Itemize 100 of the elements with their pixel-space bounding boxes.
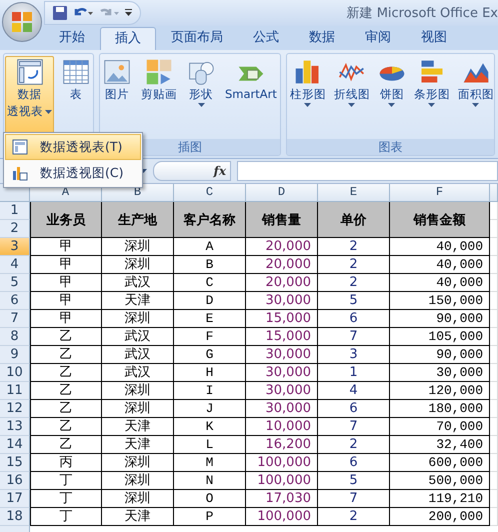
- table-cell: 120,000: [390, 382, 490, 400]
- ribbon-tab[interactable]: 开始: [44, 26, 100, 50]
- row-header[interactable]: 14: [0, 436, 30, 454]
- column-header[interactable]: [490, 184, 498, 202]
- ribbon-tab[interactable]: 视图: [406, 26, 462, 50]
- table-cell: 乙: [30, 364, 102, 382]
- pivot-chart-icon: [12, 165, 28, 181]
- row-header[interactable]: 17: [0, 490, 30, 508]
- ribbon-button[interactable]: 面积图: [456, 56, 494, 139]
- table-cell: 甲: [30, 238, 102, 256]
- column-header[interactable]: E: [318, 184, 390, 202]
- table-cell: 40,000: [390, 274, 490, 292]
- row-header[interactable]: 6: [0, 292, 30, 310]
- table-cell: 天津: [102, 508, 174, 526]
- table-cell: 5: [318, 472, 390, 490]
- ribbon-button[interactable]: 柱形图: [288, 56, 328, 139]
- table-cell: L: [174, 436, 246, 454]
- table-cell: E: [174, 310, 246, 328]
- row-header[interactable]: 3: [0, 238, 30, 256]
- ribbon-button[interactable]: SmartArt: [223, 56, 279, 139]
- row-header[interactable]: 10: [0, 364, 30, 382]
- table-cell: G: [174, 346, 246, 364]
- table-cell: 90,000: [390, 310, 490, 328]
- table-cell: 119,210: [390, 490, 490, 508]
- ribbon-button[interactable]: 条形图: [412, 56, 452, 139]
- table-cell: 105,000: [390, 328, 490, 346]
- row-header[interactable]: 12: [0, 400, 30, 418]
- table-cell: 2: [318, 274, 390, 292]
- table-cell: 丙: [30, 454, 102, 472]
- row-header[interactable]: 18: [0, 508, 30, 526]
- table-cell: 深圳: [102, 400, 174, 418]
- table-cell: 深圳: [102, 256, 174, 274]
- table-cell: 10,000: [246, 418, 318, 436]
- header-cell: 销售金额: [390, 202, 490, 238]
- table-cell: 甲: [30, 310, 102, 328]
- row-header[interactable]: 5: [0, 274, 30, 292]
- ribbon-tab[interactable]: 页面布局: [156, 26, 238, 50]
- formula-input[interactable]: [237, 161, 498, 181]
- ribbon-button[interactable]: 折线图: [332, 56, 372, 139]
- table-cell: F: [174, 328, 246, 346]
- column-header[interactable]: F: [390, 184, 490, 202]
- row-header[interactable]: 7: [0, 310, 30, 328]
- table-cell: 70,000: [390, 418, 490, 436]
- row-header[interactable]: 2: [0, 220, 30, 238]
- table-cell: 乙: [30, 436, 102, 454]
- table-cell: 20,000: [246, 256, 318, 274]
- formula-button[interactable]: fx: [153, 161, 231, 181]
- table-cell: 20,000: [246, 274, 318, 292]
- table-cell: 30,000: [246, 400, 318, 418]
- office-logo-icon: [11, 11, 33, 33]
- table-cell: 90,000: [390, 346, 490, 364]
- table-cell: 武汉: [102, 364, 174, 382]
- ribbon-tab[interactable]: 插入: [100, 27, 156, 50]
- table-cell: M: [174, 454, 246, 472]
- menu-item[interactable]: 数据透视图(C): [5, 160, 141, 186]
- table-cell: J: [174, 400, 246, 418]
- ribbon-tab[interactable]: 数据: [294, 26, 350, 50]
- column-header[interactable]: D: [246, 184, 318, 202]
- table-cell: K: [174, 418, 246, 436]
- table-cell: 丁: [30, 508, 102, 526]
- header-cell: 生产地: [102, 202, 174, 238]
- table-cell: 乙: [30, 382, 102, 400]
- table-cell: 深圳: [102, 310, 174, 328]
- column-header[interactable]: C: [174, 184, 246, 202]
- save-icon[interactable]: [53, 6, 67, 20]
- table-cell: I: [174, 382, 246, 400]
- ribbon-button[interactable]: 剪贴画: [139, 56, 179, 139]
- row-header[interactable]: 16: [0, 472, 30, 490]
- table-cell: 深圳: [102, 490, 174, 508]
- row-header[interactable]: 9: [0, 346, 30, 364]
- row-header[interactable]: 4: [0, 256, 30, 274]
- ribbon-button[interactable]: 饼图: [376, 56, 408, 139]
- table-cell: 3: [318, 346, 390, 364]
- customize-caret-icon[interactable]: [125, 9, 132, 17]
- table-cell: 5: [318, 292, 390, 310]
- menu-item[interactable]: 数据透视表(T): [5, 134, 141, 160]
- row-header[interactable]: 8: [0, 328, 30, 346]
- ribbon-tab[interactable]: 审阅: [350, 26, 406, 50]
- table-cell: 16,200: [246, 436, 318, 454]
- table-cell: 甲: [30, 274, 102, 292]
- ribbon-tab[interactable]: 公式: [238, 26, 294, 50]
- table-cell: 深圳: [102, 382, 174, 400]
- row-header[interactable]: 15: [0, 454, 30, 472]
- table-cell: 7: [318, 418, 390, 436]
- table-cell: 2: [318, 238, 390, 256]
- row-header[interactable]: 11: [0, 382, 30, 400]
- table-cell: 武汉: [102, 274, 174, 292]
- table-cell: 32,400: [390, 436, 490, 454]
- table-cell: 甲: [30, 292, 102, 310]
- table-cell: 7: [318, 490, 390, 508]
- ribbon-button[interactable]: 形状: [185, 56, 217, 139]
- table-cell: 深圳: [102, 238, 174, 256]
- row-header[interactable]: 1: [0, 202, 30, 220]
- table-cell: 乙: [30, 418, 102, 436]
- table-cell: 2: [318, 436, 390, 454]
- row-header[interactable]: 13: [0, 418, 30, 436]
- table-cell: 7: [318, 328, 390, 346]
- table-cell: 30,000: [246, 382, 318, 400]
- table-cell: 1: [318, 364, 390, 382]
- table-cell: 丁: [30, 472, 102, 490]
